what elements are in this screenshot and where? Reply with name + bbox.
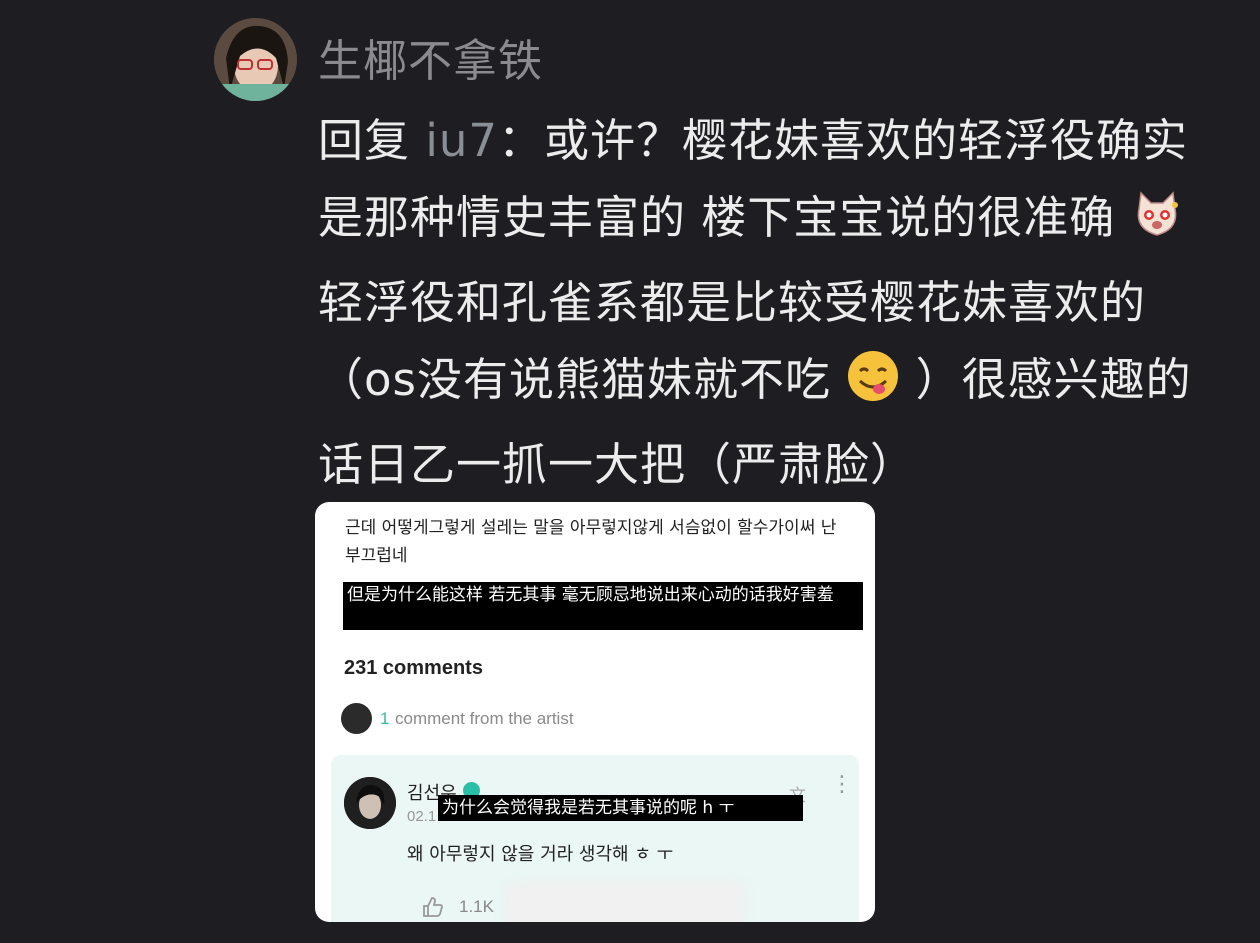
artist-comment-count: 1 — [380, 709, 390, 728]
reply-mention[interactable]: iu7 — [425, 114, 498, 167]
user-avatar[interactable] — [214, 18, 297, 101]
artist-comment-text: 왜 아무렇지 않을 거라 생각해 ㅎ ㅜ — [407, 844, 674, 865]
more-vertical-icon[interactable]: ⋮ — [831, 774, 853, 796]
yum-emoji-icon — [846, 349, 900, 426]
subtitle-bar-2: 为什么会觉得我是若无其事说的呢 h ㅜ — [438, 795, 803, 821]
artist-comment-label: comment from the artist — [395, 709, 574, 728]
blurred-watermark — [510, 887, 740, 922]
reply-prefix: 回复 — [318, 114, 411, 167]
reply-colon: ： — [497, 114, 544, 167]
comments-count: 231 comments — [344, 657, 483, 679]
subtitle-bar: 但是为什么能这样 若无其事 毫无顾忌地说出来心动的话我好害羞 — [343, 582, 863, 630]
artist-avatar — [341, 703, 372, 734]
artist-card-avatar — [344, 777, 396, 829]
like-icon[interactable] — [421, 895, 445, 922]
subtitle-text: 但是为什么能这样 若无其事 毫无顾忌地说出来心动的话我好害羞 — [347, 585, 834, 605]
embedded-screenshot[interactable]: 근데 어떻게그렇게 설레는 말을 아무렇지않게 서슴없이 할수가이써 난 부끄럽… — [315, 502, 875, 922]
korean-comment-text: 근데 어떻게그렇게 설레는 말을 아무렇지않게 서슴없이 할수가이써 난 부끄럽… — [345, 518, 837, 566]
cat-emoji-icon — [1131, 187, 1183, 264]
username[interactable]: 生椰不拿铁 — [318, 25, 543, 89]
subtitle-text-2: 为什么会觉得我是若无其事说的呢 h ㅜ — [442, 798, 735, 818]
comment-date: 02.1 — [407, 808, 437, 825]
like-count: 1.1K — [459, 897, 494, 916]
reply-text: 回复 iu7：或许？樱花妹喜欢的轻浮役确实是那种情史丰富的 楼下宝宝说的很准确 … — [318, 102, 1223, 503]
